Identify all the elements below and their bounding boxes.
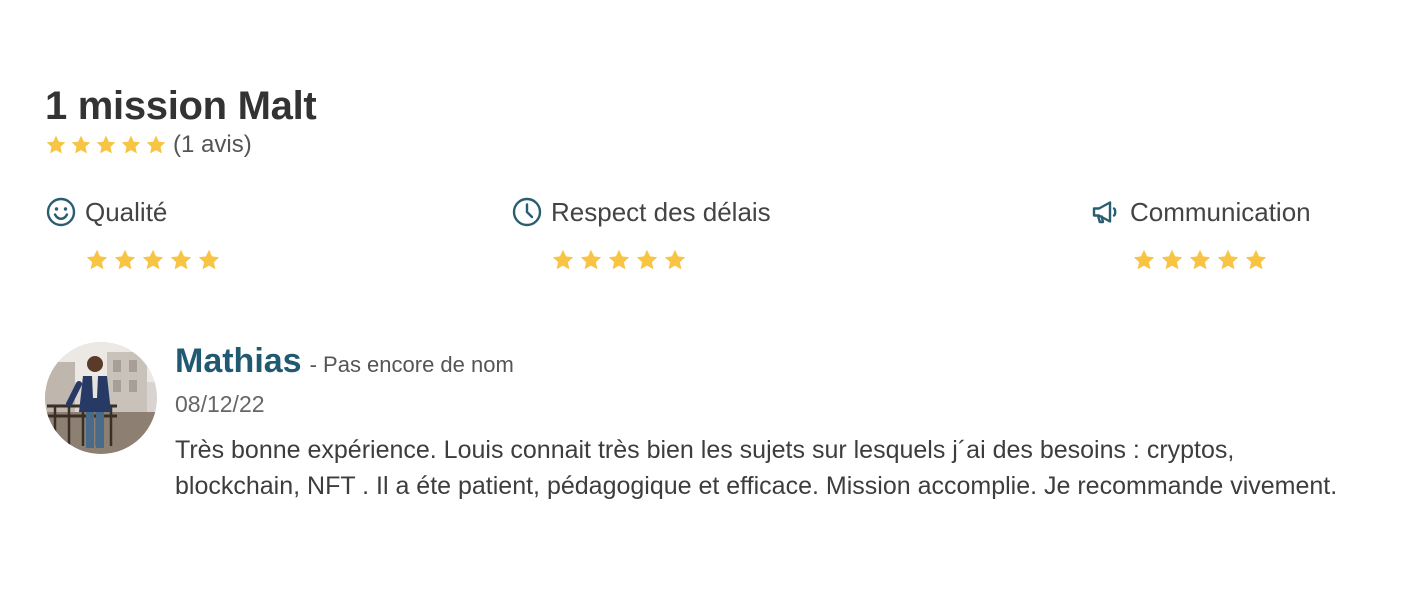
star-icon bbox=[1188, 248, 1212, 272]
megaphone-icon bbox=[1090, 196, 1122, 228]
page-title: 1 mission Malt bbox=[45, 84, 317, 128]
criterion-stars bbox=[551, 248, 771, 272]
star-icon bbox=[169, 248, 193, 272]
smiley-icon bbox=[45, 196, 77, 228]
star-icon bbox=[70, 134, 92, 156]
overall-stars bbox=[45, 134, 167, 156]
criterion-label: Communication bbox=[1130, 196, 1311, 227]
star-icon bbox=[551, 248, 575, 272]
criterion-quality: Qualité bbox=[45, 196, 221, 272]
star-icon bbox=[120, 134, 142, 156]
star-icon bbox=[579, 248, 603, 272]
star-icon bbox=[45, 134, 67, 156]
clock-icon bbox=[511, 196, 543, 228]
review-count[interactable]: (1 avis) bbox=[173, 133, 252, 157]
star-icon bbox=[141, 248, 165, 272]
criterion-deadlines: Respect des délais bbox=[511, 196, 771, 272]
star-icon bbox=[1132, 248, 1156, 272]
avatar[interactable] bbox=[45, 342, 157, 454]
star-icon bbox=[1160, 248, 1184, 272]
star-icon bbox=[197, 248, 221, 272]
review-date: 08/12/22 bbox=[175, 391, 265, 417]
star-icon bbox=[85, 248, 109, 272]
review-author[interactable]: Mathias bbox=[175, 342, 302, 381]
star-icon bbox=[607, 248, 631, 272]
review-body: Mathias - Pas encore de nom 08/12/22 Trè… bbox=[175, 342, 1365, 504]
criterion-stars bbox=[85, 248, 221, 272]
star-icon bbox=[1216, 248, 1240, 272]
criterion-stars bbox=[1132, 248, 1311, 272]
criterion-communication: Communication bbox=[1090, 196, 1311, 272]
star-icon bbox=[635, 248, 659, 272]
star-icon bbox=[663, 248, 687, 272]
review-author-line: Mathias - Pas encore de nom bbox=[175, 342, 1365, 381]
review-author-company: - Pas encore de nom bbox=[309, 352, 514, 377]
star-icon bbox=[95, 134, 117, 156]
star-icon bbox=[145, 134, 167, 156]
overall-rating: (1 avis) bbox=[45, 133, 252, 157]
review-text: Très bonne expérience. Louis connait trè… bbox=[175, 436, 1338, 500]
star-icon bbox=[1244, 248, 1268, 272]
criterion-label: Qualité bbox=[85, 196, 168, 227]
star-icon bbox=[113, 248, 137, 272]
criterion-label: Respect des délais bbox=[551, 196, 771, 227]
